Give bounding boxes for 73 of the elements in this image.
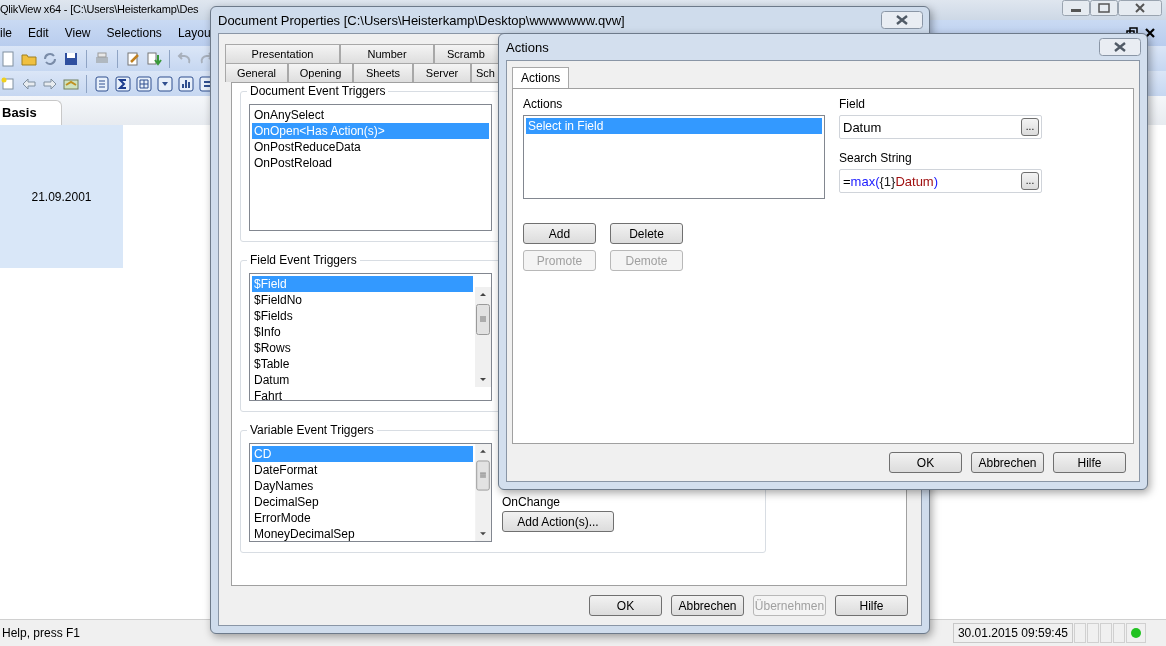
window-title: QlikView x64 - [C:\Users\Heisterkamp\Des	[0, 2, 199, 17]
browse-button[interactable]: ...	[1021, 118, 1039, 136]
add-actions-button[interactable]: Add Action(s)...	[502, 511, 614, 532]
list-item[interactable]: OnAnySelect	[252, 107, 489, 123]
group-title: Field Event Triggers	[247, 253, 360, 267]
list-item[interactable]: $Table	[252, 356, 473, 372]
sparkle-icon[interactable]	[0, 75, 16, 92]
tab[interactable]: Server	[413, 63, 471, 82]
dialog-button[interactable]: Abbrechen	[971, 452, 1044, 473]
list-item[interactable]: OnPostReload	[252, 155, 489, 171]
dialog-title: Document Properties [C:\Users\Heisterkamp\Desktop\wwwwwww.qvw]	[218, 12, 625, 28]
field-label: Search String	[839, 151, 913, 165]
pencil-icon[interactable]	[125, 50, 141, 67]
list-item[interactable]: DecimalSep	[252, 494, 473, 510]
list-item[interactable]: $Rows	[252, 340, 473, 356]
list-item[interactable]: OnPostReduceData	[252, 139, 489, 155]
list-item[interactable]: $FieldNo	[252, 292, 473, 308]
close-button[interactable]	[881, 11, 923, 29]
dialog-button[interactable]: Abbrechen	[671, 595, 744, 616]
field-label: OnChange	[502, 495, 561, 509]
list-item[interactable]: ErrorMode	[252, 510, 473, 526]
save-icon[interactable]	[63, 50, 79, 67]
menu-item[interactable]: View	[56, 26, 99, 40]
status-datetime: 30.01.2015 09:59:45	[952, 623, 1073, 643]
date-value: 21.09.2001	[31, 189, 92, 204]
menu-item[interactable]: Selections	[98, 26, 170, 40]
list-item[interactable]: Fahrt	[252, 388, 473, 400]
list-item[interactable]: Datum	[252, 372, 473, 388]
list-item[interactable]: DayNames	[252, 478, 473, 494]
scrollbar-icon[interactable]	[475, 444, 491, 541]
status-text: Help, press F1	[1, 626, 81, 640]
sigma-icon[interactable]	[115, 75, 131, 92]
list-item[interactable]: DateFormat	[252, 462, 473, 478]
status-panel	[1087, 623, 1099, 643]
tab[interactable]: General	[225, 63, 288, 82]
close-button[interactable]	[1118, 0, 1162, 16]
dialog-button[interactable]: Delete	[610, 223, 683, 244]
tab[interactable]: Presentation	[225, 44, 340, 63]
field-label: Actions	[523, 97, 564, 111]
browse-button[interactable]: ...	[1021, 172, 1039, 190]
status-panel	[1100, 623, 1112, 643]
close-icon[interactable]	[1144, 27, 1156, 39]
input-field[interactable]: =max({1}Datum) ...	[839, 169, 1042, 193]
minimize-button[interactable]	[1062, 0, 1090, 16]
restore-button[interactable]	[1090, 0, 1118, 16]
list-item[interactable]: $Fields	[252, 308, 473, 324]
bar-chart-icon[interactable]	[178, 75, 194, 92]
dialog-button[interactable]: OK	[589, 595, 662, 616]
document-icon[interactable]	[0, 50, 16, 67]
tab[interactable]: Sheets	[353, 63, 413, 82]
menu-item[interactable]: Edit	[20, 26, 57, 40]
tab[interactable]: Opening	[288, 63, 353, 82]
group-title: Variable Event Triggers	[247, 423, 377, 437]
dialog-button[interactable]: Hilfe	[1053, 452, 1126, 473]
list-item[interactable]: MoneyDecimalSep	[252, 526, 473, 541]
list-icon[interactable]	[94, 75, 110, 92]
status-panel	[1074, 623, 1086, 643]
dropdown-icon[interactable]	[157, 75, 173, 92]
input-field[interactable]: Datum ...	[839, 115, 1042, 139]
dialog-button[interactable]: OK	[889, 452, 962, 473]
refresh-icon[interactable]	[42, 50, 58, 67]
menu-item[interactable]: ile	[0, 26, 20, 40]
field-label: Field	[839, 97, 866, 111]
group-title: Document Event Triggers	[247, 84, 389, 98]
close-button[interactable]	[1099, 38, 1141, 56]
tab[interactable]: Actions	[512, 67, 570, 88]
tab[interactable]: Number	[340, 44, 434, 63]
grid-icon[interactable]	[136, 75, 152, 92]
dialog-button[interactable]: Add	[523, 223, 596, 244]
list-item[interactable]: $Info	[252, 324, 473, 340]
sheet-tab[interactable]: Basis	[0, 100, 62, 125]
dialog-button[interactable]: Hilfe	[835, 595, 908, 616]
import-icon[interactable]	[146, 50, 162, 67]
